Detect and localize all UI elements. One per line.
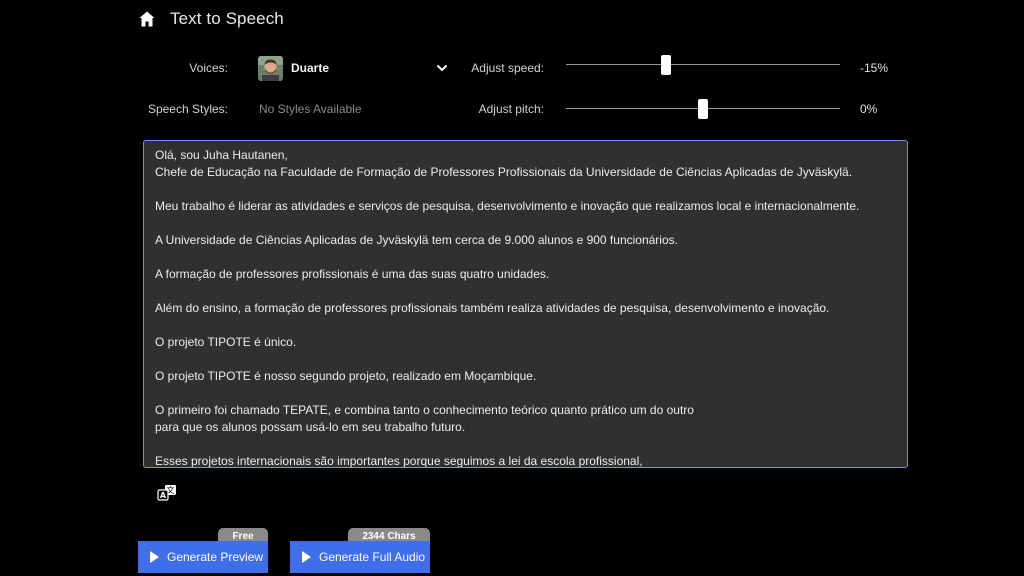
translate-icon[interactable]: 文 A [156,484,178,502]
generate-full-audio-label: Generate Full Audio [319,550,426,564]
text-line: Olá, sou Juha Hautanen, [155,148,288,162]
generate-full-audio-group: 2344 Chars Generate Full Audio [290,528,430,573]
speed-value: -15% [860,61,889,75]
svg-text:A: A [160,491,167,500]
avatar [258,55,283,81]
speech-styles-label: Speech Styles: [147,102,228,116]
text-line [155,317,896,334]
text-line: O projeto TIPOTE é único. [155,335,297,349]
play-icon [150,551,159,563]
speed-slider-track[interactable] [566,64,840,65]
speed-slider-thumb[interactable] [661,55,671,75]
pitch-value: 0% [860,102,878,116]
pitch-label: Adjust pitch: [478,102,544,116]
text-line: Esses projetos internacionais são import… [155,454,643,468]
text-line [155,385,896,402]
text-line [155,249,896,266]
pitch-slider[interactable] [566,99,840,119]
text-input-area[interactable]: Olá, sou Juha Hautanen, Chefe de Educação… [143,140,908,468]
page-title: Text to Speech [170,9,284,28]
generate-preview-group: Free Generate Preview [138,528,268,573]
text-line: Chefe de Educação na Faculdade de Formaç… [155,165,853,179]
text-line: A Universidade de Ciências Aplicadas de … [155,233,678,247]
speed-label: Adjust speed: [471,61,544,75]
text-line [155,351,896,368]
text-line: para que os alunos possam usá-lo em seu … [155,420,466,434]
generate-preview-label: Generate Preview [167,550,264,564]
generate-full-audio-button[interactable]: Generate Full Audio [290,541,430,573]
generate-preview-button[interactable]: Generate Preview [138,541,268,573]
text-line: O projeto TIPOTE é nosso segundo projeto… [155,369,537,383]
selected-voice: Duarte [291,61,330,75]
pitch-slider-thumb[interactable] [698,99,708,119]
speech-styles-value: No Styles Available [259,102,362,116]
play-icon [302,551,311,563]
text-line: A formação de professores profissionais … [155,267,550,281]
header: Text to Speech [138,6,284,32]
text-line [155,181,896,198]
home-icon[interactable] [138,10,156,28]
voices-label: Voices: [189,61,228,75]
text-line: Meu trabalho é liderar as atividades e s… [155,199,860,213]
text-line: Além do ensino, a formação de professore… [155,301,830,315]
text-line [155,215,896,232]
text-line [155,283,896,300]
speed-slider[interactable] [566,55,840,75]
text-line [155,436,896,453]
text-line: O primeiro foi chamado TEPATE, e combina… [155,403,694,417]
